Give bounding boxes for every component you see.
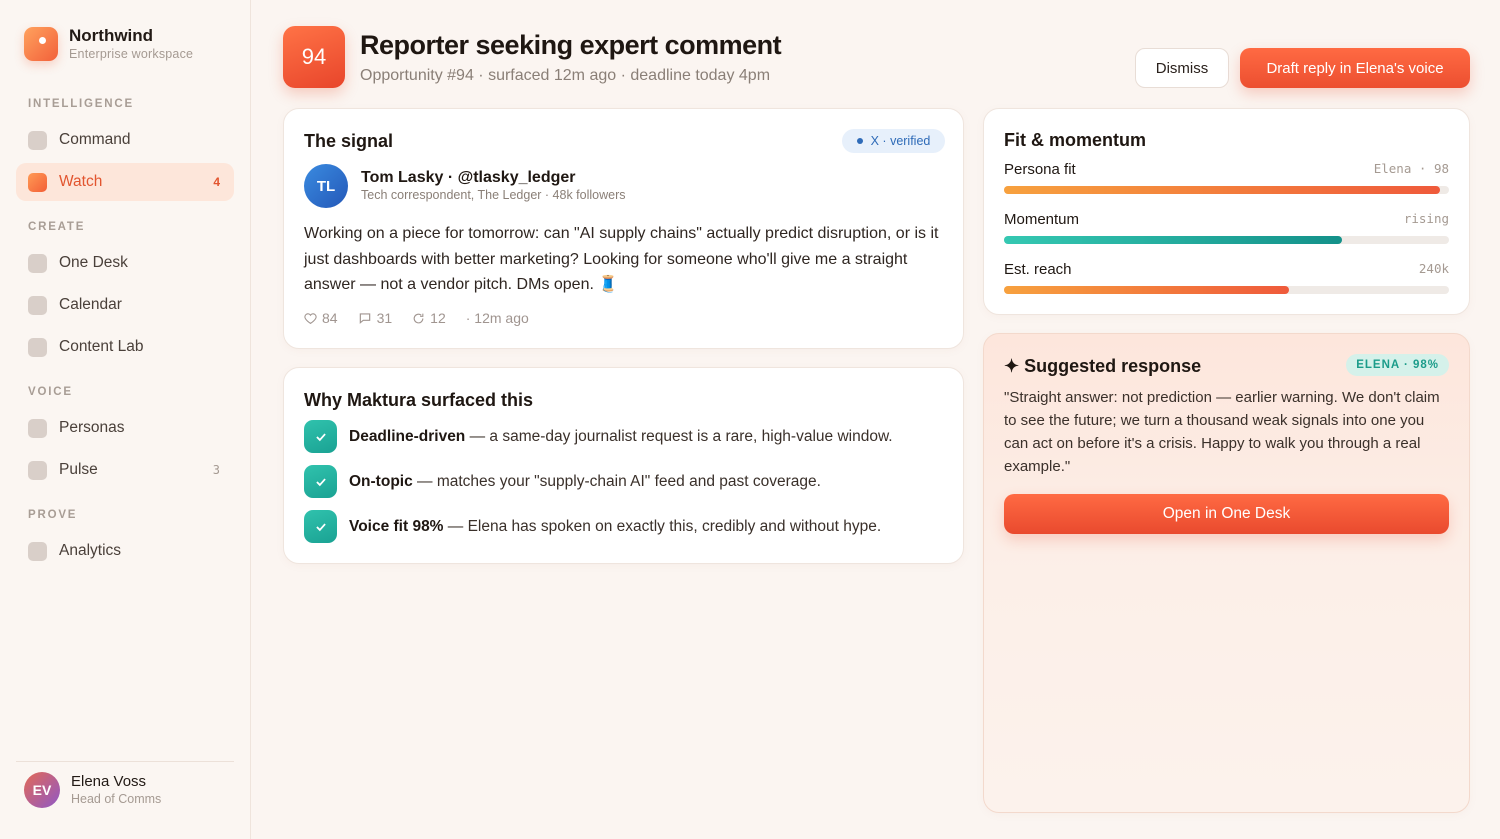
reason-text: — Elena has spoken on exactly this, cred…: [443, 517, 882, 535]
sidebar-item-label: Pulse: [59, 461, 98, 478]
reach-label: Est. reach: [1004, 261, 1072, 278]
analytics-icon: [28, 541, 47, 561]
persona-fit-bar: [1004, 186, 1449, 194]
reach-bar: [1004, 286, 1449, 294]
sidebar-item-analytics[interactable]: Analytics: [16, 532, 234, 570]
momentum-bar: [1004, 236, 1449, 244]
avatar: EV: [24, 772, 60, 808]
persona-fit-bar-fill: [1004, 186, 1441, 194]
brand-name: Northwind: [69, 26, 154, 45]
pulse-icon: [28, 460, 47, 480]
sidebar-item-content-lab[interactable]: Content Lab: [16, 328, 234, 366]
momentum-label: Momentum: [1004, 211, 1080, 228]
reposts-count: 12: [430, 310, 446, 326]
persona-fit-value: Elena · 98: [1373, 161, 1449, 176]
sidebar-item-label: Watch: [59, 173, 103, 190]
post-body: Working on a piece for tomorrow: can "AI…: [304, 225, 939, 293]
sidebar-item-label: One Desk: [59, 254, 128, 271]
one-desk-icon: [28, 253, 47, 273]
brand[interactable]: Northwind Enterprise workspace: [24, 26, 193, 62]
sidebar-item-label: Analytics: [59, 542, 122, 559]
reason-text: — matches your "supply-chain AI" feed an…: [412, 472, 821, 490]
comment-icon: [359, 313, 370, 324]
content-lab-icon: [28, 337, 47, 357]
why-title: Why Maktura surfaced this: [304, 390, 534, 410]
verified-dot-icon: [856, 138, 863, 144]
draft-reply-button[interactable]: Draft reply in Elena's voice: [1240, 48, 1470, 88]
voice-match-badge: ELENA · 98%: [1346, 354, 1449, 376]
momentum-bar-fill: [1004, 236, 1343, 244]
opportunity-score-badge: 94: [283, 26, 345, 88]
sidebar-item-personas[interactable]: Personas: [16, 409, 234, 447]
comments-stat[interactable]: 31: [358, 310, 393, 326]
likes-stat[interactable]: 84: [304, 310, 338, 326]
nav-section-voice: VOICE: [28, 386, 73, 398]
signal-title: The signal: [304, 131, 394, 151]
author-description: Tech correspondent, The Ledger · 48k fol…: [361, 188, 626, 202]
sidebar-item-label: Content Lab: [59, 338, 144, 355]
sidebar-item-one-desk[interactable]: One Desk: [16, 244, 234, 282]
check-icon: [304, 465, 337, 498]
check-icon: [304, 420, 337, 453]
author-avatar[interactable]: TL: [304, 164, 348, 208]
reason-title: Deadline-driven: [349, 427, 466, 445]
nav-section-intelligence: INTELLIGENCE: [28, 98, 134, 110]
reposts-stat[interactable]: 12: [412, 310, 446, 326]
sidebar-item-watch[interactable]: Watch 4: [16, 163, 234, 201]
personas-icon: [28, 418, 47, 438]
nav-section-create: CREATE: [28, 221, 86, 233]
reason-title: Voice fit 98%: [349, 517, 444, 535]
check-icon: [304, 510, 337, 543]
suggested-response-title: ✦ Suggested response: [1004, 356, 1202, 376]
watch-count-badge: 4: [213, 175, 220, 189]
brand-subtitle: Enterprise workspace: [69, 47, 194, 61]
watch-icon: [28, 172, 47, 192]
reach-value: 240k: [1418, 261, 1449, 276]
repost-icon: [413, 313, 424, 323]
pulse-count-badge: 3: [212, 463, 220, 477]
verified-label: X · verified: [870, 134, 931, 148]
user-name: Elena Voss: [71, 773, 147, 790]
reason-title: On-topic: [349, 472, 413, 490]
calendar-icon: [28, 295, 47, 315]
suggested-response-text[interactable]: "Straight answer: not prediction — earli…: [1004, 386, 1444, 478]
nav-section-prove: PROVE: [28, 509, 78, 521]
page-title: Reporter seeking expert comment: [360, 30, 782, 60]
sidebar-item-calendar[interactable]: Calendar: [16, 286, 234, 324]
comments-count: 31: [376, 310, 393, 326]
reason-item: Voice fit 98% — Elena has spoken on exac…: [304, 510, 881, 543]
open-in-one-desk-button[interactable]: Open in One Desk: [1004, 494, 1449, 534]
fit-momentum-card: Fit & momentum Persona fit Elena · 98 Mo…: [983, 108, 1470, 315]
sidebar-item-label: Personas: [59, 419, 125, 436]
sidebar-item-command[interactable]: Command: [16, 121, 234, 159]
reason-item: Deadline-driven — a same-day journalist …: [304, 420, 893, 453]
reason-item: On-topic — matches your "supply-chain AI…: [304, 465, 821, 498]
reason-text: — a same-day journalist request is a rar…: [465, 427, 893, 445]
command-icon: [28, 130, 47, 150]
heart-icon: [304, 312, 317, 324]
suggested-response-card: ✦ Suggested response ELENA · 98% "Straig…: [983, 333, 1470, 813]
sidebar-item-label: Calendar: [59, 296, 122, 313]
sidebar-item-pulse[interactable]: Pulse 3: [16, 451, 234, 489]
momentum-value: rising: [1403, 211, 1449, 226]
likes-count: 84: [322, 310, 338, 326]
why-surfaced-card: Why Maktura surfaced this Deadline-drive…: [283, 367, 964, 564]
author-name[interactable]: Tom Lasky · @tlasky_ledger: [361, 169, 576, 187]
dismiss-button[interactable]: Dismiss: [1135, 48, 1229, 88]
page-meta: Opportunity #94 · surfaced 12m ago · dea…: [360, 67, 771, 84]
signal-card: The signal X · verified TL Tom Lasky · @…: [283, 108, 964, 349]
fit-title: Fit & momentum: [1004, 130, 1146, 150]
sidebar-item-label: Command: [59, 131, 131, 148]
user-profile[interactable]: EV Elena Voss Head of Comms: [24, 772, 161, 808]
persona-fit-label: Persona fit: [1004, 161, 1076, 178]
reach-bar-fill: [1004, 286, 1289, 294]
post-stats: 84 31 12 · 12m ago: [304, 310, 529, 326]
brand-logo-icon: [24, 27, 58, 61]
user-role: Head of Comms: [71, 792, 162, 806]
post-time: · 12m ago: [465, 310, 529, 326]
verified-badge: X · verified: [842, 129, 945, 153]
sidebar: Northwind Enterprise workspace INTELLIGE…: [0, 0, 251, 839]
sidebar-divider: [16, 761, 234, 762]
